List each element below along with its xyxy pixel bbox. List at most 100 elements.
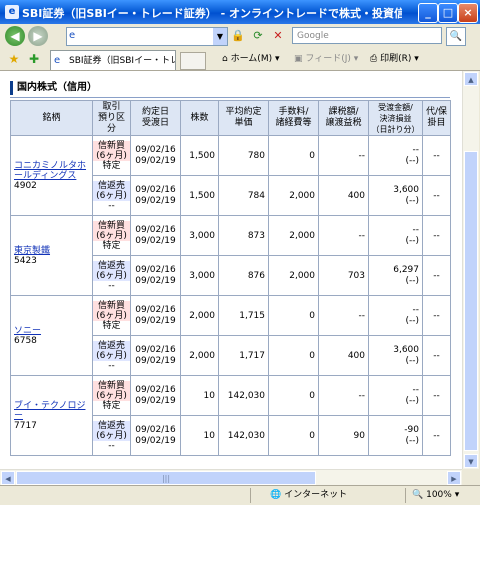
fee-cell: 0 xyxy=(268,375,319,416)
avg-price-cell: 1,717 xyxy=(218,335,269,376)
scroll-up-arrow[interactable]: ▲ xyxy=(464,72,478,86)
trade-date: 09/02/16 xyxy=(135,144,176,155)
trade-term: (6ヶ月) xyxy=(93,310,130,321)
stock-name-cell: ソニー 6758 xyxy=(10,295,93,376)
trade-type-cell: 信返売 (6ヶ月) -- xyxy=(92,175,131,216)
fee-cell: 2,000 xyxy=(268,175,319,216)
horizontal-scroll-thumb[interactable]: ||| xyxy=(16,471,316,485)
trade-type-cell: 信新買 (6ヶ月) 特定 xyxy=(92,135,131,176)
account-type: -- xyxy=(108,280,115,291)
trade-type-cell: 信新買 (6ヶ月) 特定 xyxy=(92,295,131,336)
back-button[interactable]: ◀ xyxy=(5,26,25,46)
stock-name-link[interactable]: 東京製鐵 xyxy=(14,246,89,256)
section-title: 国内株式（信用） xyxy=(10,81,457,95)
table-row: コニカミノルタホールディングス 4902 信新買 (6ヶ月) 特定 09/02/16 09/… xyxy=(10,135,451,216)
security-zone[interactable]: 🌐 インターネット xyxy=(270,489,347,502)
stock-name-cell: 東京製鐵 5423 xyxy=(10,215,93,296)
stock-name-cell: コニカミノルタホールディングス 4902 xyxy=(10,135,93,216)
hold-cell: -- xyxy=(422,135,451,176)
date-cell: 09/02/16 09/02/19 xyxy=(130,215,181,256)
settle-amount: -- xyxy=(412,384,420,395)
fee-cell: 2,000 xyxy=(268,215,319,256)
stop-icon[interactable]: ✕ xyxy=(270,28,286,44)
avg-price-cell: 873 xyxy=(218,215,269,256)
vertical-scroll-thumb[interactable] xyxy=(464,151,478,451)
trade-term: (6ヶ月) xyxy=(93,230,130,241)
horizontal-scrollbar[interactable]: ◀ ||| ▶ xyxy=(0,469,462,486)
vertical-scrollbar[interactable]: ▲ ▼ xyxy=(462,71,479,469)
trade-term: (6ヶ月) xyxy=(93,430,130,441)
search-input[interactable]: Google xyxy=(292,27,442,44)
header-name: 銘柄 xyxy=(10,100,93,136)
new-tab-button[interactable] xyxy=(180,52,206,70)
trade-term: (6ヶ月) xyxy=(93,270,130,281)
settle-cell: -- (--) xyxy=(368,375,423,416)
trade-type: 信新買 xyxy=(93,380,130,391)
settle-cell: 3,600 (--) xyxy=(368,175,423,216)
hold-cell: -- xyxy=(422,215,451,256)
day-trade-pl: (--) xyxy=(405,155,419,166)
refresh-icon[interactable]: ⟳ xyxy=(250,28,266,44)
zone-label: インターネット xyxy=(284,490,348,500)
tax-cell: 400 xyxy=(318,175,369,216)
favorites-star-icon[interactable]: ★ xyxy=(6,51,22,67)
settle-cell: -- (--) xyxy=(368,215,423,256)
search-icon[interactable]: 🔍 xyxy=(446,27,466,46)
account-type: -- xyxy=(108,440,115,451)
scroll-right-arrow[interactable]: ▶ xyxy=(447,471,461,485)
table-row: ソニー 6758 信新買 (6ヶ月) 特定 09/02/16 09/02/19 2,000 1,… xyxy=(10,295,451,376)
home-label: ホーム(M) xyxy=(230,54,273,64)
home-button[interactable]: ⌂ ホーム(M) ▾ xyxy=(222,52,280,66)
settle-cell: 6,297 (--) xyxy=(368,255,423,296)
settle-amount: -- xyxy=(412,144,420,155)
tax-cell: -- xyxy=(318,295,369,336)
avg-price-cell: 780 xyxy=(218,135,269,176)
settle-date: 09/02/19 xyxy=(135,395,176,406)
stock-code: 6758 xyxy=(14,335,37,346)
fee-cell: 0 xyxy=(268,415,319,456)
stock-code: 4902 xyxy=(14,180,37,191)
favorites-bar: ★ ✚ e SBI証券（旧SBIイー・トレー... ⌂ ホーム(M) ▾ ▣ フ… xyxy=(0,48,480,71)
settle-date: 09/02/19 xyxy=(135,235,176,246)
settle-date: 09/02/19 xyxy=(135,355,176,366)
trade-type: 信返売 xyxy=(93,180,130,191)
feed-button[interactable]: ▣ フィード(J) ▾ xyxy=(294,52,358,66)
tab-sbi[interactable]: e SBI証券（旧SBIイー・トレー... xyxy=(50,50,176,70)
add-favorite-icon[interactable]: ✚ xyxy=(26,51,42,67)
trade-type-cell: 信新買 (6ヶ月) 特定 xyxy=(92,215,131,256)
trade-type-cell: 信返売 (6ヶ月) -- xyxy=(92,335,131,376)
stock-name-link[interactable]: ソニー xyxy=(14,326,89,336)
forward-button[interactable]: ▶ xyxy=(28,26,48,46)
settle-date: 09/02/19 xyxy=(135,195,176,206)
settle-cell: -- (--) xyxy=(368,135,423,176)
trade-type-cell: 信返売 (6ヶ月) -- xyxy=(92,255,131,296)
close-button[interactable]: × xyxy=(458,3,478,23)
tax-cell: 400 xyxy=(318,335,369,376)
settle-date: 09/02/19 xyxy=(135,275,176,286)
stock-name-link[interactable]: コニカミノルタホールディングス xyxy=(14,161,89,181)
trade-term: (6ヶ月) xyxy=(93,190,130,201)
avg-price-cell: 784 xyxy=(218,175,269,216)
hold-cell: -- xyxy=(422,335,451,376)
maximize-button[interactable]: □ xyxy=(438,3,458,23)
avg-price-cell: 1,715 xyxy=(218,295,269,336)
hold-cell: -- xyxy=(422,415,451,456)
scroll-left-arrow[interactable]: ◀ xyxy=(1,471,15,485)
trade-date: 09/02/16 xyxy=(135,264,176,275)
table-row: 東京製鐵 5423 信新買 (6ヶ月) 特定 09/02/16 09/02/19 3,000 8… xyxy=(10,215,451,296)
date-cell: 09/02/16 09/02/19 xyxy=(130,135,181,176)
url-dropdown-button[interactable]: ▼ xyxy=(213,28,227,45)
minimize-button[interactable]: _ xyxy=(418,3,438,23)
stock-name-link[interactable]: ブイ・テクノロジー xyxy=(14,401,89,421)
header-fee: 手数料/ 諸経費等 xyxy=(268,100,319,136)
zoom-control[interactable]: 🔍 100% ▾ xyxy=(412,489,459,502)
scroll-down-arrow[interactable]: ▼ xyxy=(464,454,478,468)
url-input[interactable]: e ▼ xyxy=(66,27,228,46)
feed-label: フィード(J) xyxy=(305,54,351,64)
day-trade-pl: (--) xyxy=(405,355,419,366)
lock-icon[interactable]: 🔒 xyxy=(230,28,246,44)
trade-type: 信新買 xyxy=(93,300,130,311)
qty-cell: 10 xyxy=(180,375,219,416)
trade-date: 09/02/16 xyxy=(135,224,176,235)
print-button[interactable]: ⎙ 印刷(R) ▾ xyxy=(370,52,419,66)
